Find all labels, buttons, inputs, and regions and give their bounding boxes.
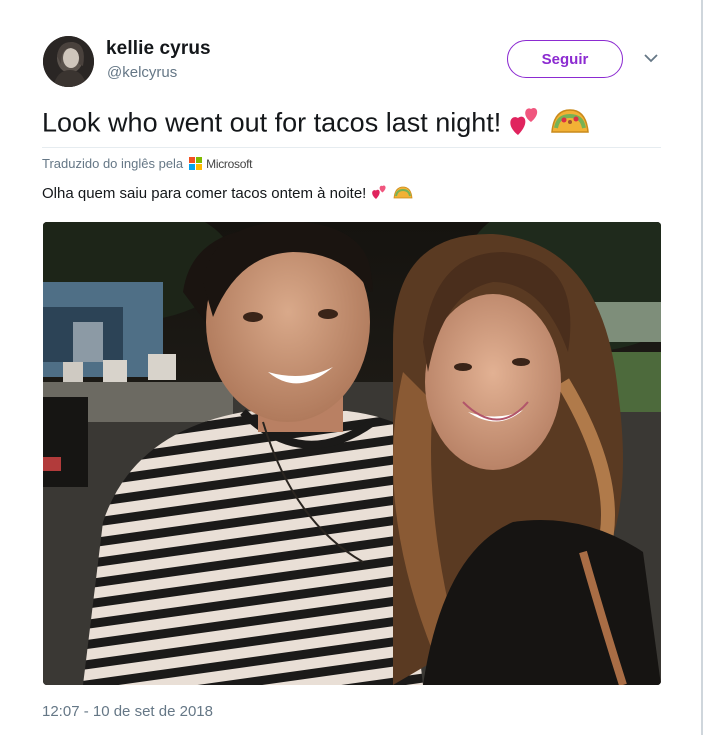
avatar[interactable]	[43, 36, 94, 87]
tweet-photo[interactable]	[43, 222, 661, 685]
translation-attribution: Traduzido do inglês pela Microsoft	[42, 156, 252, 171]
user-handle[interactable]: @kelcyrus	[107, 64, 177, 81]
microsoft-logo-icon	[189, 157, 203, 170]
tweet-timestamp[interactable]: 12:07 - 10 de set de 2018	[42, 703, 213, 720]
translated-by-label: Traduzido do inglês pela	[42, 156, 184, 171]
translation-divider	[42, 147, 661, 148]
translator-brand[interactable]: Microsoft	[206, 157, 252, 171]
translated-text-body: Olha quem saiu para comer tacos ontem à …	[42, 184, 367, 202]
display-name[interactable]: kellie cyrus	[106, 38, 211, 60]
translated-text: Olha quem saiu para comer tacos ontem à …	[42, 184, 413, 204]
tweet-text: Look who went out for tacos last night!	[42, 105, 590, 144]
taco-icon	[393, 185, 413, 204]
chevron-down-icon[interactable]	[642, 51, 660, 65]
follow-button[interactable]: Seguir	[507, 40, 623, 78]
taco-icon	[550, 106, 590, 143]
two-hearts-icon	[371, 184, 389, 204]
follow-button-label: Seguir	[541, 50, 589, 68]
two-hearts-icon	[509, 105, 543, 144]
tweet-card: kellie cyrus @kelcyrus Seguir Look who w…	[0, 0, 703, 735]
tweet-text-body: Look who went out for tacos last night!	[42, 107, 502, 138]
